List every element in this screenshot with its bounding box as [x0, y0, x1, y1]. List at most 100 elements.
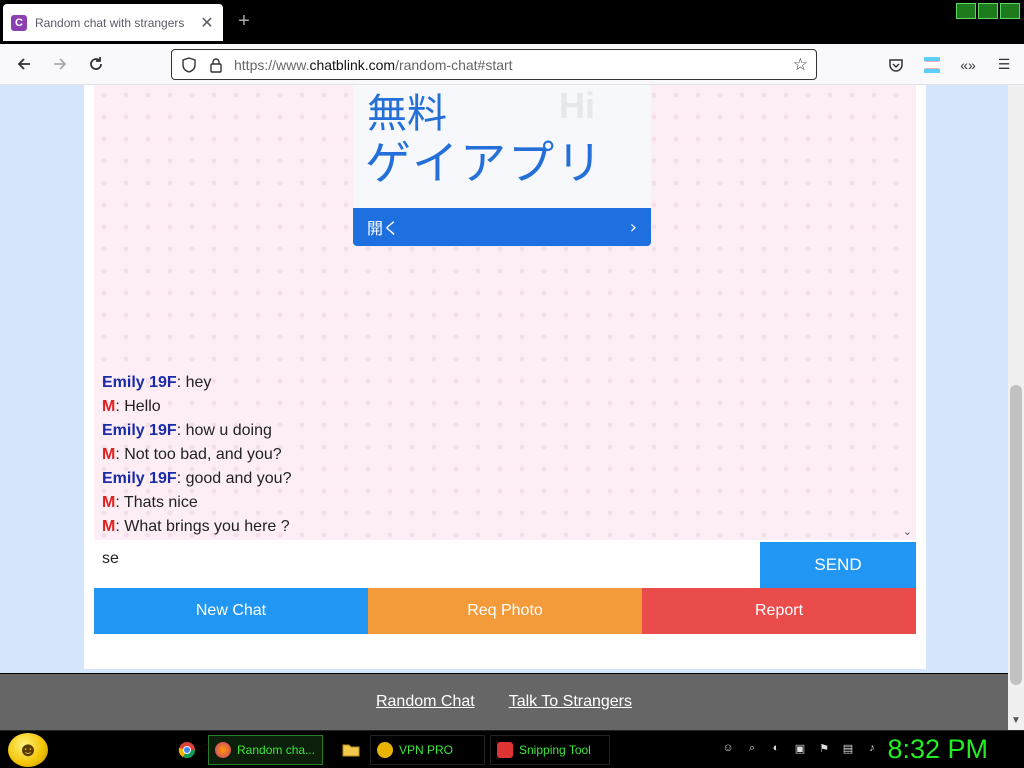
taskbar-item-label: Random cha... [237, 743, 316, 757]
ad-open-label: 開く [367, 219, 400, 238]
message-text: : What brings you here ? [115, 518, 290, 535]
taskbar-item-vpn[interactable]: VPN PRO [370, 735, 485, 765]
maximize-button[interactable] [978, 3, 998, 19]
send-button[interactable]: SEND [760, 542, 916, 588]
chat-message: M: Hello [102, 395, 902, 419]
chat-message: M: Thats nice [102, 491, 902, 515]
chat-message: Emily 19F: good and you? [102, 467, 902, 491]
message-sender: M [102, 446, 116, 463]
chat-log[interactable]: Hi 無料 ゲイアプリ 開く › Emily 19F: hey M: Hello… [94, 85, 916, 540]
volume-icon[interactable]: ♪ [864, 740, 880, 756]
chevron-down-icon[interactable]: ⌄ [903, 525, 912, 538]
tray-app-icon[interactable]: ▣ [792, 740, 808, 756]
browser-tab[interactable]: C Random chat with strangers ✕ [3, 4, 223, 41]
extension-icon[interactable]: «» [958, 55, 978, 75]
menu-hamburger-icon[interactable]: ☰ [994, 55, 1014, 75]
taskbar-item-firefox[interactable]: Random cha... [208, 735, 323, 765]
message-composer: SEND [94, 542, 916, 588]
url-path: /random-chat#start [395, 56, 513, 73]
firefox-icon [215, 742, 231, 758]
chat-message: Emily 19F: how u doing [102, 419, 902, 443]
advertisement[interactable]: Hi 無料 ゲイアプリ 開く › [353, 85, 651, 246]
chrome-icon [178, 742, 196, 759]
file-explorer-taskbar-button[interactable] [336, 735, 366, 765]
request-photo-button[interactable]: Req Photo [368, 588, 642, 634]
message-text: : how u doing [176, 422, 272, 439]
tray-status-icon[interactable]: ◐ [768, 740, 784, 756]
taskbar: ☻ Random cha... VPN PRO Snipping Tool ☺ … [0, 730, 1024, 768]
url-domain: chatblink.com [309, 56, 396, 73]
page-content: Hi 無料 ゲイアプリ 開く › Emily 19F: hey M: Hello… [0, 85, 1008, 673]
message-sender: M [102, 494, 116, 511]
system-tray: ☺ ⌕ ◐ ▣ ⚑ ▤ ♪ [720, 740, 880, 756]
reload-icon [90, 57, 102, 70]
message-text: : Not too bad, and you? [115, 446, 282, 463]
tab-title: Random chat with strangers [35, 15, 185, 30]
message-sender: Emily 19F [102, 470, 177, 487]
tray-smiley-icon[interactable]: ☺ [720, 740, 736, 756]
message-sender: Emily 19F [102, 374, 177, 391]
tracking-protection-shield-icon[interactable] [180, 56, 198, 74]
reload-button[interactable] [82, 50, 110, 78]
message-text: : good and you? [176, 470, 292, 487]
chat-actions: New Chat Req Photo Report [94, 588, 916, 634]
chat-message: M: Not too bad, and you? [102, 443, 902, 467]
action-center-flag-icon[interactable]: ⚑ [816, 740, 832, 756]
vpn-icon [377, 742, 393, 758]
bookmark-star-icon[interactable]: ☆ [793, 55, 808, 75]
search-icon[interactable]: ⌕ [744, 740, 760, 756]
url-text: https://www.chatblink.com/random-chat#st… [234, 57, 793, 73]
tab-strip: C Random chat with strangers ✕ + [0, 0, 1024, 44]
ad-background-text: Hi [559, 85, 595, 126]
clock[interactable]: 8:32 PM [887, 734, 988, 765]
chevron-right-icon: › [629, 216, 637, 238]
forward-arrow-icon [54, 58, 67, 70]
minimize-button[interactable] [956, 3, 976, 19]
message-sender: Emily 19F [102, 422, 177, 439]
message-input[interactable] [94, 542, 760, 588]
taskbar-item-label: Snipping Tool [519, 743, 591, 757]
forward-button[interactable] [46, 50, 74, 78]
ad-open-button[interactable]: 開く › [353, 208, 651, 246]
message-text: : Thats nice [115, 494, 198, 511]
taskbar-item-label: VPN PRO [399, 743, 454, 757]
message-sender: M [102, 398, 116, 415]
random-chat-link[interactable]: Random Chat [376, 693, 475, 711]
ad-headline-2: ゲイアプリ [365, 136, 605, 190]
chrome-taskbar-button[interactable] [172, 735, 202, 765]
chat-card: Hi 無料 ゲイアプリ 開く › Emily 19F: hey M: Hello… [84, 85, 926, 669]
message-sender: M [102, 518, 116, 535]
folder-icon [342, 744, 360, 757]
close-window-button[interactable] [1000, 3, 1020, 19]
talk-to-strangers-link[interactable]: Talk To Strangers [509, 693, 632, 711]
new-chat-button[interactable]: New Chat [94, 588, 368, 634]
tab-close-icon[interactable]: ✕ [199, 13, 215, 33]
navigation-bar: https://www.chatblink.com/random-chat#st… [0, 44, 1024, 85]
snipping-tool-icon [497, 742, 513, 758]
report-button[interactable]: Report [642, 588, 916, 634]
chat-message: Emily 19F: hey [102, 371, 902, 395]
window-controls [956, 3, 1020, 19]
pocket-icon[interactable] [886, 55, 906, 75]
back-button[interactable] [10, 50, 38, 78]
new-tab-button[interactable]: + [233, 10, 255, 32]
message-text: : Hello [115, 398, 161, 415]
address-bar[interactable]: https://www.chatblink.com/random-chat#st… [171, 49, 817, 80]
smiley-start-icon: ☻ [17, 738, 39, 761]
url-prefix: https://www. [234, 56, 310, 73]
page-footer: Random Chat Talk To Strangers [0, 674, 1008, 730]
lock-icon[interactable] [208, 57, 224, 73]
back-arrow-icon [17, 58, 30, 70]
network-icon[interactable]: ▤ [840, 740, 856, 756]
chat-message: M: What brings you here ? [102, 515, 902, 539]
toolbar-right: «» ☰ [886, 44, 1014, 85]
chatblink-favicon-icon: C [11, 14, 27, 31]
message-list: Emily 19F: hey M: Hello Emily 19F: how u… [102, 371, 902, 539]
extension-flag-icon[interactable] [922, 55, 942, 75]
scroll-down-arrow-icon[interactable]: ▼ [1011, 715, 1021, 726]
scrollbar-thumb[interactable] [1010, 385, 1022, 685]
message-text: : hey [176, 374, 212, 391]
page-scrollbar[interactable]: ▼ [1008, 85, 1024, 730]
taskbar-item-snipping-tool[interactable]: Snipping Tool [490, 735, 610, 765]
start-button[interactable]: ☻ [8, 733, 48, 767]
